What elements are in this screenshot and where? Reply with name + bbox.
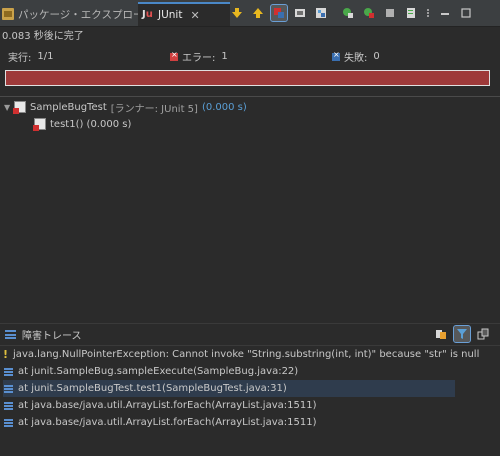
rerun-failed-first-icon[interactable] bbox=[361, 5, 377, 21]
error-icon bbox=[170, 50, 178, 61]
junit-toolbar bbox=[229, 4, 479, 22]
trace-text: at java.base/java.util.ArrayList.forEach… bbox=[18, 417, 317, 428]
trace-line[interactable]: at java.base/java.util.ArrayList.forEach… bbox=[3, 397, 455, 414]
failure-trace-header: 障害トレース bbox=[0, 323, 500, 346]
suite-runner: [ランナー: JUnit 5] bbox=[110, 103, 198, 115]
trace-line[interactable]: at java.base/java.util.ArrayList.forEach… bbox=[3, 414, 455, 431]
failure-icon bbox=[332, 50, 340, 61]
suite-time: (0.000 s) bbox=[201, 101, 247, 113]
failures-label: 失敗: bbox=[344, 53, 368, 64]
run-status-text: 0.083 秒後に完了 bbox=[2, 31, 84, 42]
errors-label: エラー: bbox=[182, 53, 216, 64]
package-explorer-icon bbox=[2, 8, 14, 20]
divider bbox=[0, 96, 500, 97]
test-run-history-icon[interactable] bbox=[403, 5, 419, 21]
trace-text: at junit.SampleBug.sampleExecute(SampleB… bbox=[18, 366, 299, 377]
trace-text: at java.base/java.util.ArrayList.forEach… bbox=[18, 400, 317, 411]
stop-icon[interactable] bbox=[382, 5, 398, 21]
failure-trace-toolbar bbox=[433, 325, 496, 343]
errors-value: 1 bbox=[221, 51, 228, 62]
stack-frame-icon bbox=[3, 384, 13, 393]
suite-name: SampleBugTest bbox=[30, 101, 107, 113]
failures-counter: 失敗: 0 bbox=[332, 49, 380, 64]
copy-trace-icon[interactable] bbox=[475, 326, 491, 342]
test-error-icon bbox=[33, 118, 46, 131]
exception-icon: ! bbox=[3, 348, 9, 361]
failures-value: 0 bbox=[373, 51, 380, 62]
trace-text: java.lang.NullPointerException: Cannot i… bbox=[13, 349, 480, 360]
runs-label: 実行: bbox=[8, 53, 32, 64]
compare-results-icon[interactable] bbox=[433, 326, 449, 342]
trace-text: at junit.SampleBugTest.test1(SampleBugTe… bbox=[18, 383, 287, 394]
previous-failure-icon[interactable] bbox=[250, 5, 266, 21]
rerun-icon[interactable] bbox=[340, 5, 356, 21]
failure-trace-title: 障害トレース bbox=[22, 331, 82, 342]
test-progress-bar bbox=[5, 70, 490, 86]
stack-frame-icon bbox=[3, 418, 13, 427]
filter-stack-trace-icon[interactable] bbox=[453, 325, 471, 343]
runs-counter: 実行: 1/1 bbox=[8, 49, 53, 64]
trace-line[interactable]: at junit.SampleBug.sampleExecute(SampleB… bbox=[3, 363, 455, 380]
test-suite-error-icon bbox=[13, 101, 26, 114]
trace-line[interactable]: ! java.lang.NullPointerException: Cannot… bbox=[3, 346, 479, 363]
tab-junit[interactable]: Ju JUnit ✕ bbox=[138, 2, 230, 26]
tree-item-test1[interactable]: test1() (0.000 s) bbox=[33, 116, 132, 132]
close-icon[interactable]: ✕ bbox=[190, 9, 199, 22]
view-tab-bar: パッケージ・エクスプローラー Ju JUnit ✕ bbox=[0, 0, 500, 27]
view-menu-icon[interactable] bbox=[424, 5, 432, 21]
scroll-lock-icon[interactable] bbox=[292, 5, 308, 21]
trace-line-selected[interactable]: at junit.SampleBugTest.test1(SampleBugTe… bbox=[3, 380, 455, 397]
runs-value: 1/1 bbox=[37, 51, 54, 62]
show-failures-only-icon[interactable] bbox=[270, 4, 288, 22]
history-icon[interactable] bbox=[313, 5, 329, 21]
minimize-icon[interactable] bbox=[437, 5, 453, 21]
next-failure-icon[interactable] bbox=[229, 5, 245, 21]
errors-counter: エラー: 1 bbox=[170, 49, 228, 64]
maximize-icon[interactable] bbox=[458, 5, 474, 21]
junit-icon: Ju bbox=[142, 9, 153, 20]
stack-frame-icon bbox=[3, 401, 13, 410]
tab-junit-label: JUnit bbox=[158, 9, 183, 21]
test1-label: test1() (0.000 s) bbox=[50, 118, 132, 130]
tree-item-suite[interactable]: ▼ SampleBugTest [ランナー: JUnit 5] (0.000 s… bbox=[4, 99, 247, 115]
failure-trace-icon bbox=[5, 330, 16, 339]
stack-frame-icon bbox=[3, 367, 13, 376]
test-counters: 実行: 1/1 エラー: 1 失敗: 0 bbox=[0, 49, 500, 65]
progress-fill bbox=[6, 71, 489, 85]
